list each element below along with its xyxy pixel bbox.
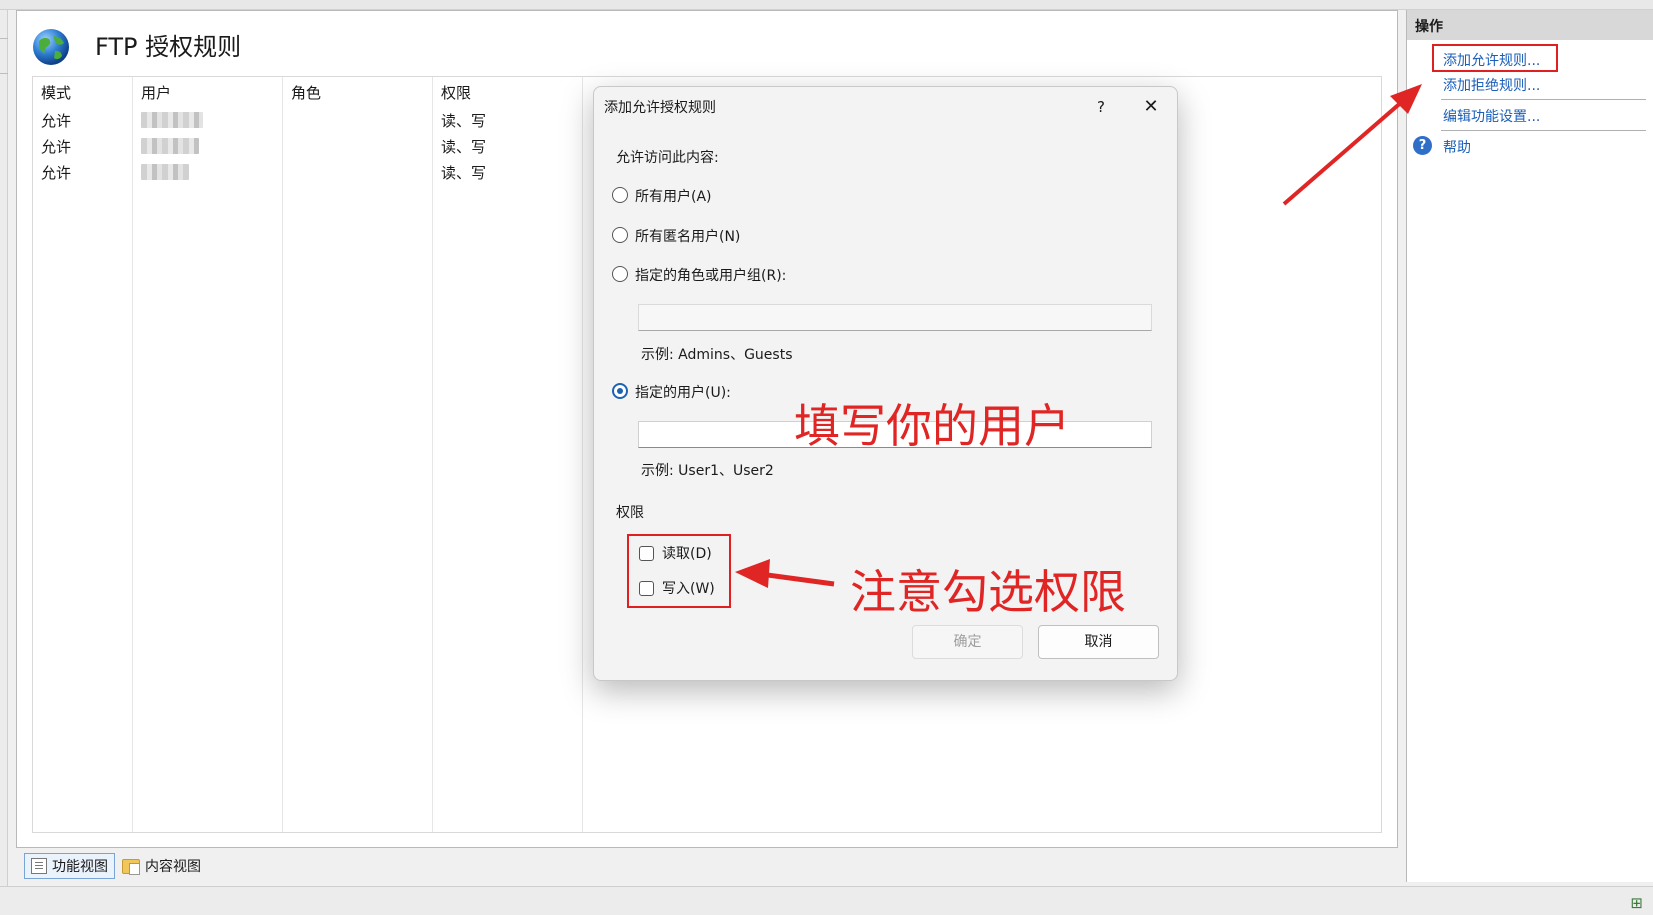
column-permission <box>433 77 583 832</box>
table-row-mode[interactable]: 允许 <box>41 136 71 157</box>
network-status-icon: ⊞ <box>1630 894 1643 912</box>
fill-user-annotation: 填写你的用户 <box>794 399 1070 453</box>
actions-divider <box>1441 99 1646 100</box>
all-users-radio[interactable] <box>612 187 628 203</box>
column-header-role[interactable]: 角色 <box>291 82 321 103</box>
dialog-title: 添加允许授权规则 <box>604 100 716 116</box>
column-role <box>283 77 433 832</box>
content-view-label: 内容视图 <box>145 859 201 875</box>
allow-access-label: 允许访问此内容: <box>616 150 719 166</box>
anonymous-users-radio[interactable] <box>612 227 628 243</box>
roles-label[interactable]: 指定的角色或用户组(R): <box>635 265 786 285</box>
actions-pane: 操作 添加允许规则... 添加拒绝规则... 编辑功能设置... ? 帮助 <box>1406 10 1653 882</box>
column-mode <box>33 77 133 832</box>
table-row-permission[interactable]: 读、写 <box>441 110 486 131</box>
add-deny-rule-link[interactable]: 添加拒绝规则... <box>1443 75 1540 95</box>
roles-radio[interactable] <box>612 266 628 282</box>
redacted-user[interactable] <box>141 138 199 154</box>
all-users-label[interactable]: 所有用户(A) <box>635 186 712 206</box>
pane-splitter[interactable] <box>0 38 8 74</box>
features-view-tab[interactable]: 功能视图 <box>24 853 115 879</box>
content-view-icon <box>122 858 140 875</box>
feature-header: FTP 授权规则 <box>17 11 1397 73</box>
column-header-user[interactable]: 用户 <box>141 82 171 103</box>
roles-example: 示例: Admins、Guests <box>641 347 793 363</box>
top-strip <box>0 0 1653 10</box>
cancel-button[interactable]: 取消 <box>1038 625 1159 659</box>
redacted-user[interactable] <box>141 164 189 180</box>
dialog-help-button[interactable]: ? <box>1086 92 1116 122</box>
users-label[interactable]: 指定的用户(U): <box>635 382 731 402</box>
dialog-close-button[interactable]: ✕ <box>1134 92 1168 122</box>
ok-button[interactable]: 确定 <box>912 625 1023 659</box>
redacted-user[interactable] <box>141 112 203 128</box>
features-view-label: 功能视图 <box>52 859 108 875</box>
roles-input[interactable] <box>638 304 1152 331</box>
content-view-tab[interactable]: 内容视图 <box>116 853 207 879</box>
globe-icon <box>33 29 69 65</box>
column-header-mode[interactable]: 模式 <box>41 82 71 103</box>
table-row-permission[interactable]: 读、写 <box>441 162 486 183</box>
column-header-permission[interactable]: 权限 <box>441 82 471 103</box>
check-permissions-annotation: 注意勾选权限 <box>850 565 1126 619</box>
help-icon: ? <box>1413 136 1432 155</box>
permissions-label: 权限 <box>616 505 644 521</box>
page-title: FTP 授权规则 <box>95 33 242 61</box>
anonymous-users-label[interactable]: 所有匿名用户(N) <box>635 226 740 246</box>
actions-divider <box>1441 130 1646 131</box>
users-radio[interactable] <box>612 383 628 399</box>
users-example: 示例: User1、User2 <box>641 463 774 479</box>
column-user <box>133 77 283 832</box>
status-bar: ⊞ <box>0 886 1653 915</box>
view-switcher: 功能视图 内容视图 <box>16 850 1398 882</box>
highlight-box <box>627 534 731 608</box>
table-row-mode[interactable]: 允许 <box>41 110 71 131</box>
table-row-mode[interactable]: 允许 <box>41 162 71 183</box>
help-link[interactable]: 帮助 <box>1443 137 1471 157</box>
connections-pane-edge <box>0 10 8 886</box>
actions-header: 操作 <box>1407 10 1653 40</box>
highlight-box <box>1432 44 1558 72</box>
table-row-permission[interactable]: 读、写 <box>441 136 486 157</box>
features-view-icon <box>31 858 47 874</box>
edit-feature-settings-link[interactable]: 编辑功能设置... <box>1443 106 1540 126</box>
